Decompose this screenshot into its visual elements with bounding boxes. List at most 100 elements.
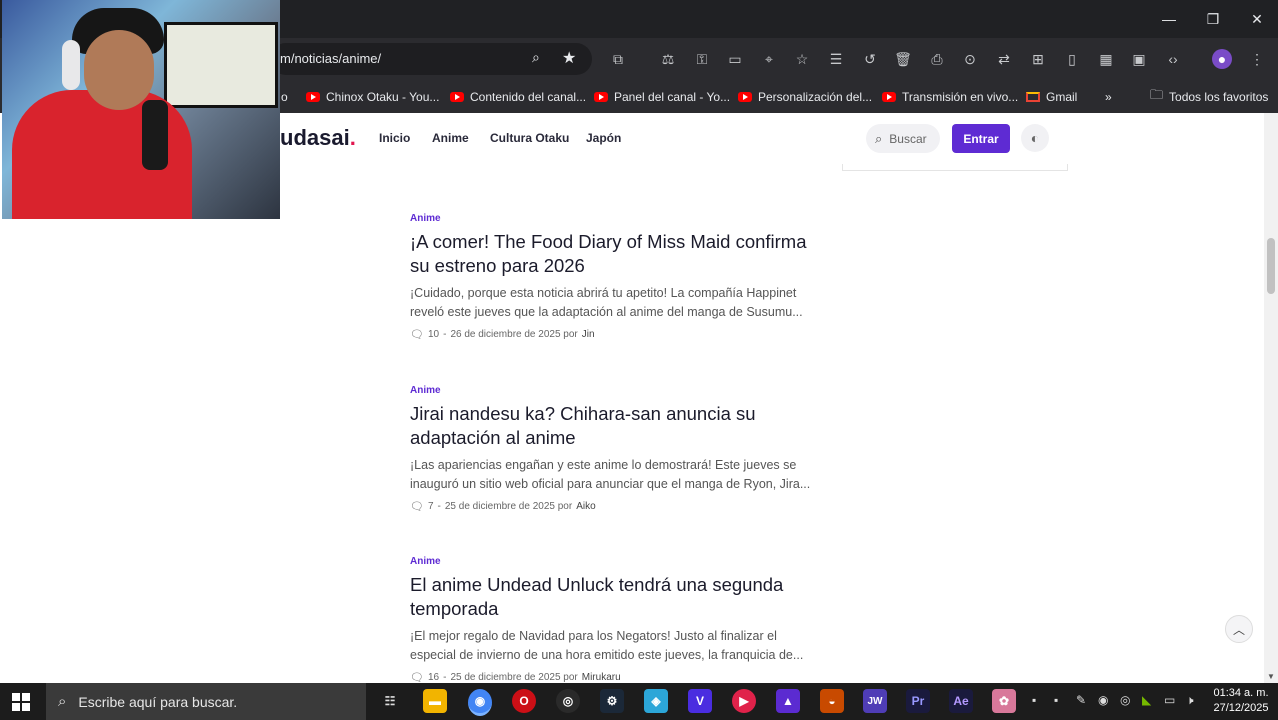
after-effects-icon[interactable]: Ae bbox=[949, 689, 973, 713]
translate-icon[interactable]: ⇄ bbox=[994, 49, 1014, 69]
article-title[interactable]: El anime Undead Unluck tendrá una segund… bbox=[410, 573, 820, 621]
comment-count[interactable]: 16 bbox=[428, 672, 439, 683]
article-excerpt: ¡El mejor regalo de Navidad para los Neg… bbox=[410, 629, 804, 662]
tray-pen-icon[interactable]: ✎ bbox=[1076, 693, 1086, 707]
zoom-icon[interactable]: ⌕ bbox=[532, 49, 540, 66]
v-app-icon[interactable]: V bbox=[688, 689, 712, 713]
profile-avatar-icon[interactable]: ● bbox=[1212, 49, 1232, 69]
youtube-icon bbox=[450, 92, 464, 102]
article-card[interactable]: Anime Jirai nandesu ka? Chihara-san anun… bbox=[410, 385, 820, 513]
article-category[interactable]: Anime bbox=[410, 556, 820, 567]
chrome-icon[interactable]: ◉ bbox=[468, 689, 492, 716]
extensions-icon[interactable]: ⧉ bbox=[608, 49, 628, 69]
opera-icon[interactable]: O bbox=[512, 689, 536, 713]
image-app-icon[interactable]: ✿ bbox=[992, 689, 1016, 713]
article-date: 25 de diciembre de 2025 por bbox=[450, 672, 578, 683]
menu-more-icon[interactable]: ⋮ bbox=[1247, 49, 1267, 69]
tray-chrome-icon[interactable]: ◉ bbox=[1098, 693, 1108, 707]
article-author[interactable]: Jin bbox=[582, 329, 595, 340]
article-card[interactable]: Anime El anime Undead Unluck tendrá una … bbox=[410, 556, 820, 683]
taskbar-search[interactable]: ⌕ Escribe aquí para buscar. bbox=[46, 683, 366, 720]
location-pin-icon[interactable]: ⌖ bbox=[759, 49, 779, 69]
obs-icon[interactable]: ◎ bbox=[556, 689, 580, 713]
media-player-icon[interactable]: ▶ bbox=[732, 689, 756, 713]
print-icon[interactable]: ⎙ bbox=[927, 49, 947, 69]
more-bookmarks-button[interactable]: » bbox=[1105, 87, 1112, 107]
comment-count[interactable]: 10 bbox=[428, 329, 439, 340]
nvidia-icon[interactable]: ◣ bbox=[1142, 693, 1151, 707]
tray-app-icon[interactable]: ▪ bbox=[1054, 693, 1058, 707]
steam-icon[interactable]: ⚙ bbox=[600, 689, 624, 713]
ad-block-icon[interactable]: ⚖ bbox=[658, 49, 678, 69]
delete-icon[interactable]: 🗑 bbox=[893, 49, 913, 69]
password-key-icon[interactable]: ⚿ bbox=[692, 49, 712, 69]
nav-anime[interactable]: Anime bbox=[432, 131, 469, 145]
article-list: Anime ¡A comer! The Food Diary of Miss M… bbox=[0, 164, 1264, 683]
scroll-to-top-button[interactable]: ︿ bbox=[1225, 615, 1253, 643]
tray-obs-icon[interactable]: ◎ bbox=[1120, 693, 1130, 707]
site-logo[interactable]: udasai. bbox=[280, 125, 356, 151]
windows-start-icon[interactable] bbox=[12, 693, 30, 711]
file-explorer-icon[interactable]: ▬ bbox=[423, 689, 447, 713]
article-title[interactable]: ¡A comer! The Food Diary of Miss Maid co… bbox=[410, 230, 820, 278]
bookmark-label: Contenido del canal... bbox=[470, 90, 587, 104]
article-card[interactable]: Anime ¡A comer! The Food Diary of Miss M… bbox=[410, 213, 820, 341]
meta-separator: - bbox=[443, 672, 447, 683]
theme-toggle-icon[interactable]: ◐ bbox=[1021, 124, 1049, 152]
bookmark-item[interactable]: Panel del canal - Yo... bbox=[594, 87, 730, 107]
page-scrollbar[interactable]: ▼ bbox=[1264, 113, 1278, 683]
address-bar-url[interactable]: m/noticias/anime/ bbox=[280, 51, 381, 66]
screenshot-icon[interactable]: ⊙ bbox=[960, 49, 980, 69]
bookmark-item[interactable]: Transmisión en vivo... bbox=[882, 87, 1018, 107]
bookmark-item[interactable]: Chinox Otaku - You... bbox=[306, 87, 439, 107]
reader-mode-icon[interactable]: ▯ bbox=[1062, 49, 1082, 69]
jw-app-icon[interactable]: JW bbox=[863, 689, 887, 713]
scroll-down-arrow-icon[interactable]: ▼ bbox=[1267, 672, 1275, 681]
collections-icon[interactable]: ▦ bbox=[1096, 49, 1116, 69]
login-button[interactable]: Entrar bbox=[952, 124, 1010, 153]
article-category[interactable]: Anime bbox=[410, 213, 820, 224]
nav-japon[interactable]: Japón bbox=[586, 131, 621, 145]
devices-icon[interactable]: ▣ bbox=[1129, 49, 1149, 69]
scrollbar-thumb[interactable] bbox=[1267, 238, 1275, 294]
bookmark-star-icon[interactable]: ★ bbox=[562, 48, 576, 68]
tray-app-icon[interactable]: ▪ bbox=[1032, 693, 1036, 707]
video-editor-icon[interactable]: ▲ bbox=[776, 689, 800, 713]
article-category[interactable]: Anime bbox=[410, 385, 820, 396]
headset bbox=[62, 40, 80, 90]
address-bar[interactable]: m/noticias/anime/ ⌕ ★ bbox=[270, 43, 592, 75]
payment-card-icon[interactable]: ▭ bbox=[725, 49, 745, 69]
all-favorites-folder[interactable]: 🗀 Todos los favoritos bbox=[1150, 87, 1268, 107]
bookmark-item[interactable]: Contenido del canal... bbox=[450, 87, 586, 107]
network-icon[interactable]: ▭ bbox=[1164, 693, 1175, 707]
close-window-button[interactable]: ✕ bbox=[1236, 0, 1278, 38]
bookmark-item[interactable]: Gmail bbox=[1026, 87, 1077, 107]
article-title[interactable]: Jirai nandesu ka? Chihara-san anuncia su… bbox=[410, 402, 820, 450]
app-icon[interactable]: ◈ bbox=[644, 689, 668, 713]
meta-separator: - bbox=[443, 329, 447, 340]
bookmark-item[interactable]: o bbox=[281, 87, 288, 107]
task-view-icon[interactable]: ☷ bbox=[378, 689, 402, 713]
nav-cultura-otaku[interactable]: Cultura Otaku bbox=[490, 131, 569, 145]
taskbar-clock[interactable]: 01:34 a. m. 27/12/2025 bbox=[1208, 686, 1274, 716]
article-author[interactable]: Aiko bbox=[576, 501, 595, 512]
nav-inicio[interactable]: Inicio bbox=[379, 131, 410, 145]
restore-button[interactable]: ❐ bbox=[1192, 0, 1234, 38]
article-author[interactable]: Mirukaru bbox=[582, 672, 621, 683]
minimize-button[interactable]: — bbox=[1148, 0, 1190, 38]
reading-list-icon[interactable]: ☰ bbox=[826, 49, 846, 69]
taskbar-search-placeholder: Escribe aquí para buscar. bbox=[78, 693, 238, 710]
apps-icon[interactable]: ⊞ bbox=[1028, 49, 1048, 69]
premiere-pro-icon[interactable]: Pr bbox=[906, 689, 930, 713]
volume-icon[interactable]: 🕨 bbox=[1186, 693, 1194, 708]
dev-tools-icon[interactable]: ‹› bbox=[1163, 49, 1183, 69]
bookmark-item[interactable]: Personalización del... bbox=[738, 87, 872, 107]
article-date: 26 de diciembre de 2025 por bbox=[450, 329, 578, 340]
comment-count[interactable]: 7 bbox=[428, 501, 434, 512]
site-search-button[interactable]: ⌕ Buscar bbox=[866, 124, 940, 153]
app-icon[interactable]: ◒ bbox=[820, 689, 844, 713]
history-icon[interactable]: ↺ bbox=[860, 49, 880, 69]
gmail-icon bbox=[1026, 92, 1040, 102]
bookmark-label: Todos los favoritos bbox=[1169, 90, 1269, 104]
favorites-icon[interactable]: ☆ bbox=[792, 49, 812, 69]
